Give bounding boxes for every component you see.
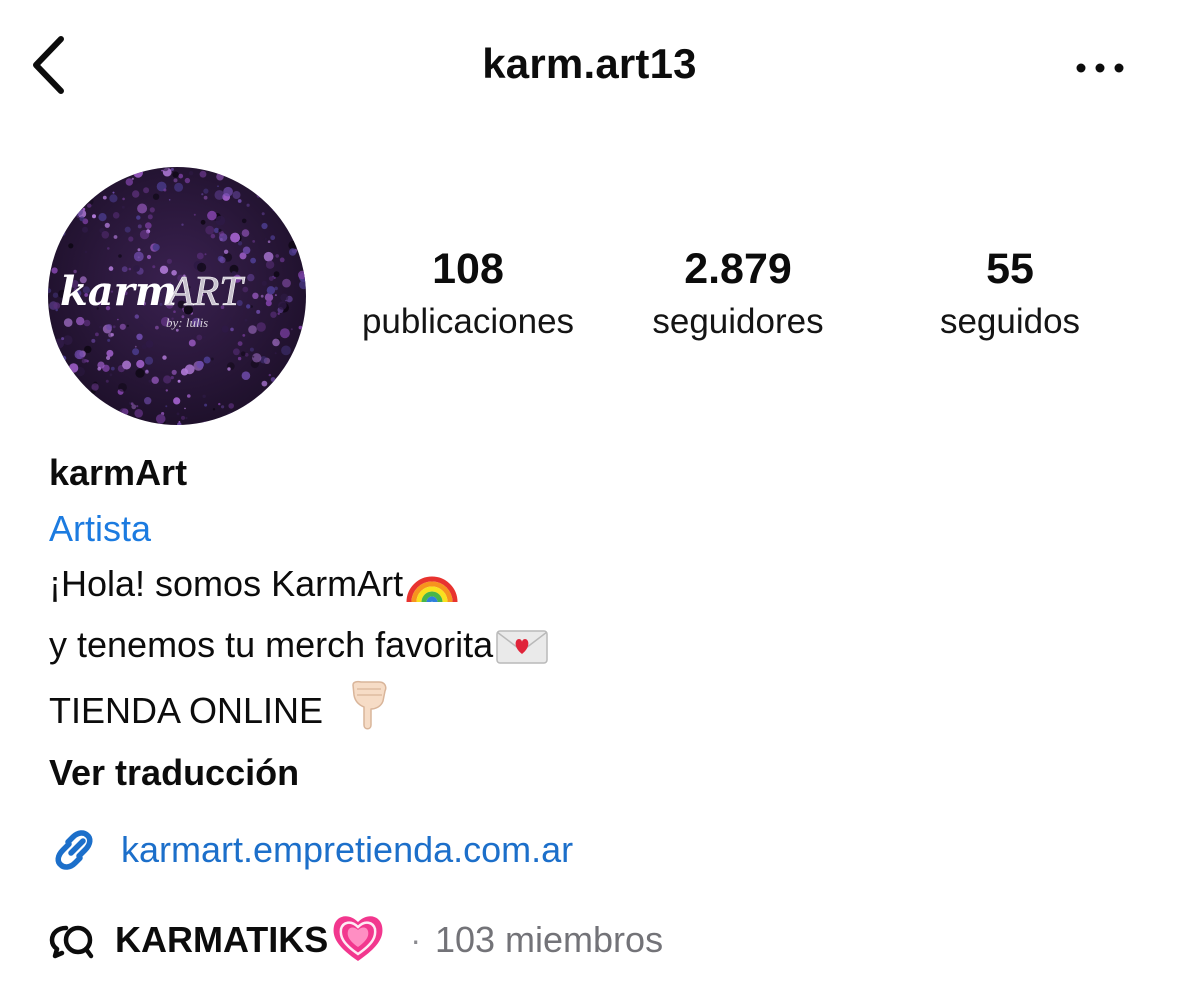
broadcast-channel-icon <box>49 925 94 959</box>
avatar-image: karm ART by: lulis <box>48 167 306 425</box>
bio-line-2: y tenemos tu merch favorita <box>49 618 1149 679</box>
rainbow-emoji <box>405 560 459 618</box>
bio-line-2-text: y tenemos tu merch favorita <box>49 624 494 665</box>
followers-count-value: 2.879 <box>684 245 792 293</box>
posts-count-value: 108 <box>432 245 504 293</box>
posts-count[interactable]: 108 publicaciones <box>338 243 598 349</box>
broadcast-channel[interactable]: KARMATIKS · 103 miembros <box>49 910 663 970</box>
more-options-button[interactable] <box>1060 40 1140 96</box>
external-link[interactable]: karmart.empretienda.com.ar <box>49 820 573 880</box>
profile-category[interactable]: Artista <box>49 501 1149 557</box>
growing-heart-emoji <box>330 912 386 969</box>
see-translation-button[interactable]: Ver traducción <box>49 745 299 801</box>
pointing-down-emoji <box>345 679 391 745</box>
bio-line-1-text: ¡Hola! somos KarmArt <box>49 563 404 604</box>
top-navigation-bar: karm.art13 <box>0 0 1179 136</box>
external-link-url: karmart.empretienda.com.ar <box>121 829 574 870</box>
bio-line-3: TIENDA ONLINE <box>49 679 1149 745</box>
following-count-value: 55 <box>986 245 1034 293</box>
love-letter-emoji <box>495 626 549 679</box>
display-name: karmArt <box>49 452 188 493</box>
profile-avatar[interactable]: karm ART by: lulis <box>48 167 306 425</box>
posts-count-label: publicaciones <box>361 302 575 341</box>
following-count[interactable]: 55 seguidos <box>890 243 1130 349</box>
channel-separator: · <box>410 921 421 958</box>
bio-line-3-text: TIENDA ONLINE <box>49 690 324 731</box>
channel-name: KARMATIKS <box>115 919 329 960</box>
bio-line-1: ¡Hola! somos KarmArt <box>49 557 1149 618</box>
more-horizontal-icon <box>1076 63 1124 73</box>
following-count-label: seguidos <box>939 302 1081 341</box>
link-icon <box>55 830 93 870</box>
profile-username: karm.art13 <box>482 40 697 87</box>
avatar-logo-byline: by: lulis <box>166 315 208 330</box>
profile-bio: karmArt Artista ¡Hola! somos KarmArt y t… <box>49 445 1149 801</box>
followers-count[interactable]: 2.879 seguidores <box>618 243 858 349</box>
avatar-logo-accent: ART <box>165 269 245 315</box>
avatar-logo-main: karm <box>60 268 177 315</box>
channel-members-count: 103 miembros <box>434 919 664 960</box>
followers-count-label: seguidores <box>652 302 824 341</box>
